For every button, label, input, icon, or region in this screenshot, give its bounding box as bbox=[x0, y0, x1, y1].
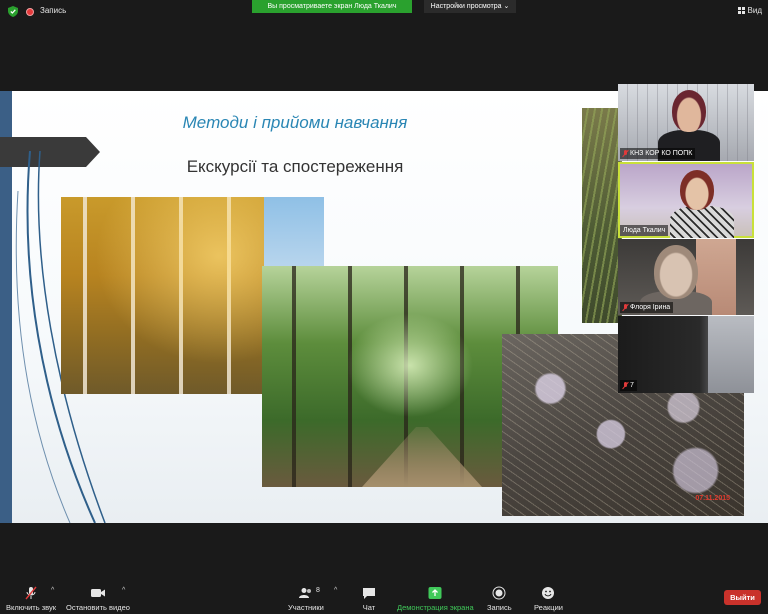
participant-name: 7 bbox=[630, 382, 634, 389]
mic-muted-icon bbox=[623, 150, 628, 157]
unmute-label: Включить звук bbox=[6, 603, 57, 612]
recording-icon bbox=[26, 8, 34, 16]
screen-share-banner: Вы просматриваете экран Люда Ткалич bbox=[252, 0, 412, 13]
participants-options-caret[interactable]: ^ bbox=[334, 587, 337, 594]
grid-view-icon bbox=[737, 7, 745, 14]
participant-name-tag: Люда Ткалич bbox=[620, 225, 669, 236]
chat-label: Чат bbox=[362, 603, 376, 612]
slide-subtitle: Екскурсії та спостереження bbox=[186, 157, 404, 176]
unmute-button[interactable]: Включить звук bbox=[6, 586, 56, 612]
share-screen-button[interactable]: Демонстрация экрана bbox=[397, 586, 474, 612]
chevron-down-icon: ⌄ bbox=[503, 3, 510, 10]
video-options-caret[interactable]: ^ bbox=[122, 587, 125, 594]
shield-icon[interactable] bbox=[8, 6, 18, 17]
view-button[interactable]: Вид bbox=[737, 6, 762, 15]
top-bar: Запись Вы просматриваете экран Люда Ткал… bbox=[0, 0, 768, 24]
video-camera-icon bbox=[90, 589, 105, 597]
mic-muted-icon bbox=[25, 586, 37, 600]
participant-tile-active-speaker[interactable]: Люда Ткалич bbox=[618, 162, 754, 238]
participant-name-tag: Флоря Ірина bbox=[620, 302, 674, 313]
record-button[interactable]: Запись bbox=[487, 586, 512, 612]
reactions-label: Реакции bbox=[534, 603, 563, 612]
recording-label[interactable]: Запись bbox=[40, 6, 66, 15]
record-icon bbox=[492, 586, 506, 600]
participants-label: Участники bbox=[288, 603, 324, 612]
meeting-toolbar: Включить звук ^ Остановить видео ^ Участ… bbox=[0, 578, 768, 614]
stop-video-label: Остановить видео bbox=[66, 603, 130, 612]
grass-photo bbox=[582, 108, 622, 323]
stop-video-button[interactable]: Остановить видео bbox=[66, 586, 130, 612]
participant-tile[interactable]: КНЗ КОР КО ПОПК bbox=[618, 84, 754, 161]
participants-icon bbox=[298, 588, 311, 598]
mic-muted-icon bbox=[623, 382, 628, 389]
record-label: Запись bbox=[487, 603, 512, 612]
participant-name-tag: КНЗ КОР КО ПОПК bbox=[620, 148, 696, 159]
reactions-button[interactable]: Реакции bbox=[534, 586, 563, 612]
emoji-reaction-icon bbox=[542, 587, 555, 599]
audio-options-caret[interactable]: ^ bbox=[51, 587, 54, 594]
participants-count: 8 bbox=[316, 587, 320, 594]
view-label: Вид bbox=[747, 6, 762, 15]
participant-tile[interactable]: 7 bbox=[618, 316, 754, 393]
leave-meeting-button[interactable]: Выйти bbox=[724, 590, 761, 605]
participant-name: Флоря Ірина bbox=[630, 304, 671, 311]
share-screen-label: Демонстрация экрана bbox=[397, 603, 474, 612]
slide-title: Методи і прийоми навчання bbox=[182, 113, 408, 132]
view-settings-label: Настройки просмотра bbox=[430, 3, 502, 10]
photo-date-stamp: 07.11.2015 bbox=[695, 495, 730, 502]
participant-name: Люда Ткалич bbox=[623, 227, 666, 234]
mic-muted-icon bbox=[623, 304, 628, 311]
participant-tile[interactable]: Флоря Ірина bbox=[618, 239, 754, 315]
participant-name: КНЗ КОР КО ПОПК bbox=[630, 150, 693, 157]
view-settings-button[interactable]: Настройки просмотра ⌄ bbox=[424, 0, 516, 13]
share-screen-icon bbox=[428, 587, 442, 599]
chat-bubble-icon bbox=[363, 588, 375, 599]
participant-name-tag: 7 bbox=[620, 380, 637, 391]
chat-button[interactable]: Чат bbox=[362, 586, 376, 612]
